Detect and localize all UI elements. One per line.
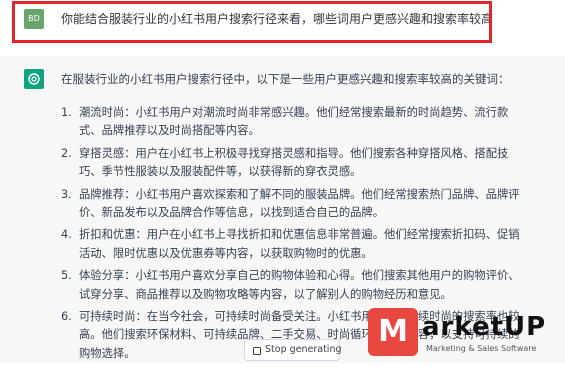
user-message-row: BD 你能结合服装行业的小红书用户搜索行径来看，哪些词用户更感兴趣和搜索率较高 (0, 0, 565, 56)
list-item: 3. 品牌推荐：小红书用户喜欢探索和了解不同的服装品牌。他们经常搜索热门品牌、品牌… (61, 186, 521, 223)
watermark-subtitle: Marketing & Sales Software (426, 344, 537, 353)
list-item-number: 6. (61, 310, 72, 324)
list-item-number: 1. (61, 106, 72, 119)
list-item-text: 穿搭灵感：用户在小红书上积极寻找穿搭灵感和指导。他们搜索各种穿搭风格、搭配技巧、… (79, 146, 509, 179)
watermark-logo-letter: M (378, 314, 408, 349)
list-item: 2. 穿搭灵感：用户在小红书上积极寻找穿搭灵感和指导。他们搜索各种穿搭风格、搭配技… (61, 145, 521, 182)
stop-generating-button[interactable]: Stop generating (244, 339, 342, 361)
list-item-number: 3. (61, 187, 72, 201)
list-item-text: 品牌推荐：小红书用户喜欢探索和了解不同的服装品牌。他们经常搜索热门品牌、品牌评价… (79, 187, 520, 220)
list-item-text: 折扣和优惠：用户在小红书上寻找折扣和优惠信息非常普遍。他们经常搜索折扣码、促销活… (79, 228, 520, 260)
openai-logo-glyph (28, 73, 40, 85)
list-item-text: 体验分享：小红书用户喜欢分享自己的购物体验和心得。他们搜索其他用户的购物评价、试… (79, 269, 520, 301)
list-item: 4. 折扣和优惠：用户在小红书上寻找折扣和优惠信息非常普遍。他们经常搜索折扣码、促… (61, 226, 521, 263)
openai-logo-icon (24, 69, 44, 89)
marketup-logo-icon: M (368, 308, 418, 356)
list-item-number: 5. (61, 269, 72, 283)
stop-generating-label: Stop generating (265, 344, 342, 355)
assistant-intro: 在服装行业的小红书用户搜索行径中，以下是一些用户更感兴趣和搜索率较高的关键词： (61, 72, 510, 86)
list-item-number: 4. (61, 228, 72, 242)
list-item: 5. 体验分享：小红书用户喜欢分享自己的购物体验和心得。他们搜索其他用户的购物评价… (61, 267, 521, 304)
list-item-text: 潮流时尚：小红书用户对潮流时尚非常感兴趣。他们经常搜索最新的时尚趋势、流行款式、… (79, 106, 509, 138)
highlight-box (12, 1, 492, 43)
stop-icon (253, 347, 261, 355)
list-item-number: 2. (61, 146, 72, 160)
watermark-brand: arketUP (422, 312, 547, 342)
marketup-watermark: M arketUP Marketing & Sales Software (368, 300, 565, 363)
list-item: 1. 潮流时尚：小红书用户对潮流时尚非常感兴趣。他们经常搜索最新的时尚趋势、流行款… (61, 104, 521, 141)
